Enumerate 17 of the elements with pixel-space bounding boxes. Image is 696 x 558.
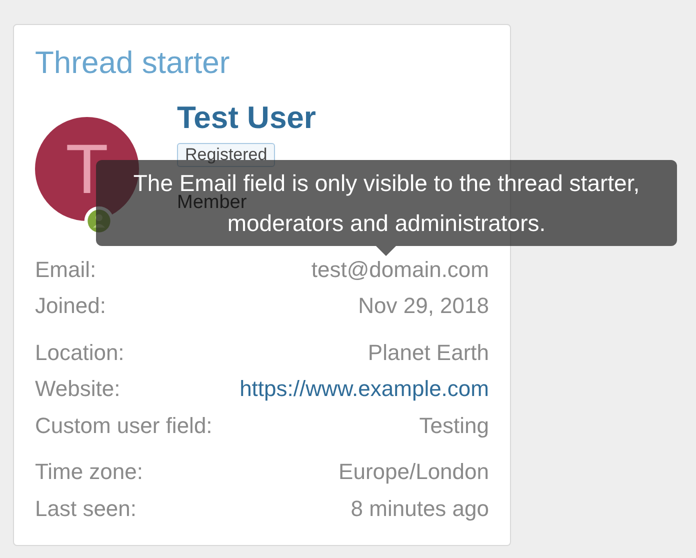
field-value: test@domain.com: [311, 256, 489, 284]
field-label: Email:: [35, 256, 96, 284]
website-link[interactable]: https://www.example.com: [240, 372, 489, 406]
field-label: Time zone:: [35, 458, 144, 486]
card-title: Thread starter: [35, 44, 231, 82]
field-label: Website:: [35, 375, 120, 404]
user-title: Member: [177, 194, 247, 212]
field-label: Joined:: [35, 292, 106, 320]
field-value: 8 minutes ago: [350, 494, 489, 523]
field-value: Testing: [419, 412, 489, 440]
field-label: Custom user field:: [35, 412, 212, 440]
field-label: Location:: [35, 338, 124, 367]
field-label: Last seen:: [35, 494, 137, 523]
field-value: Planet Earth: [368, 338, 489, 367]
user-name[interactable]: Test User: [177, 99, 316, 137]
field-value: Nov 29, 2018: [358, 292, 489, 320]
field-value: Europe/London: [338, 458, 489, 486]
